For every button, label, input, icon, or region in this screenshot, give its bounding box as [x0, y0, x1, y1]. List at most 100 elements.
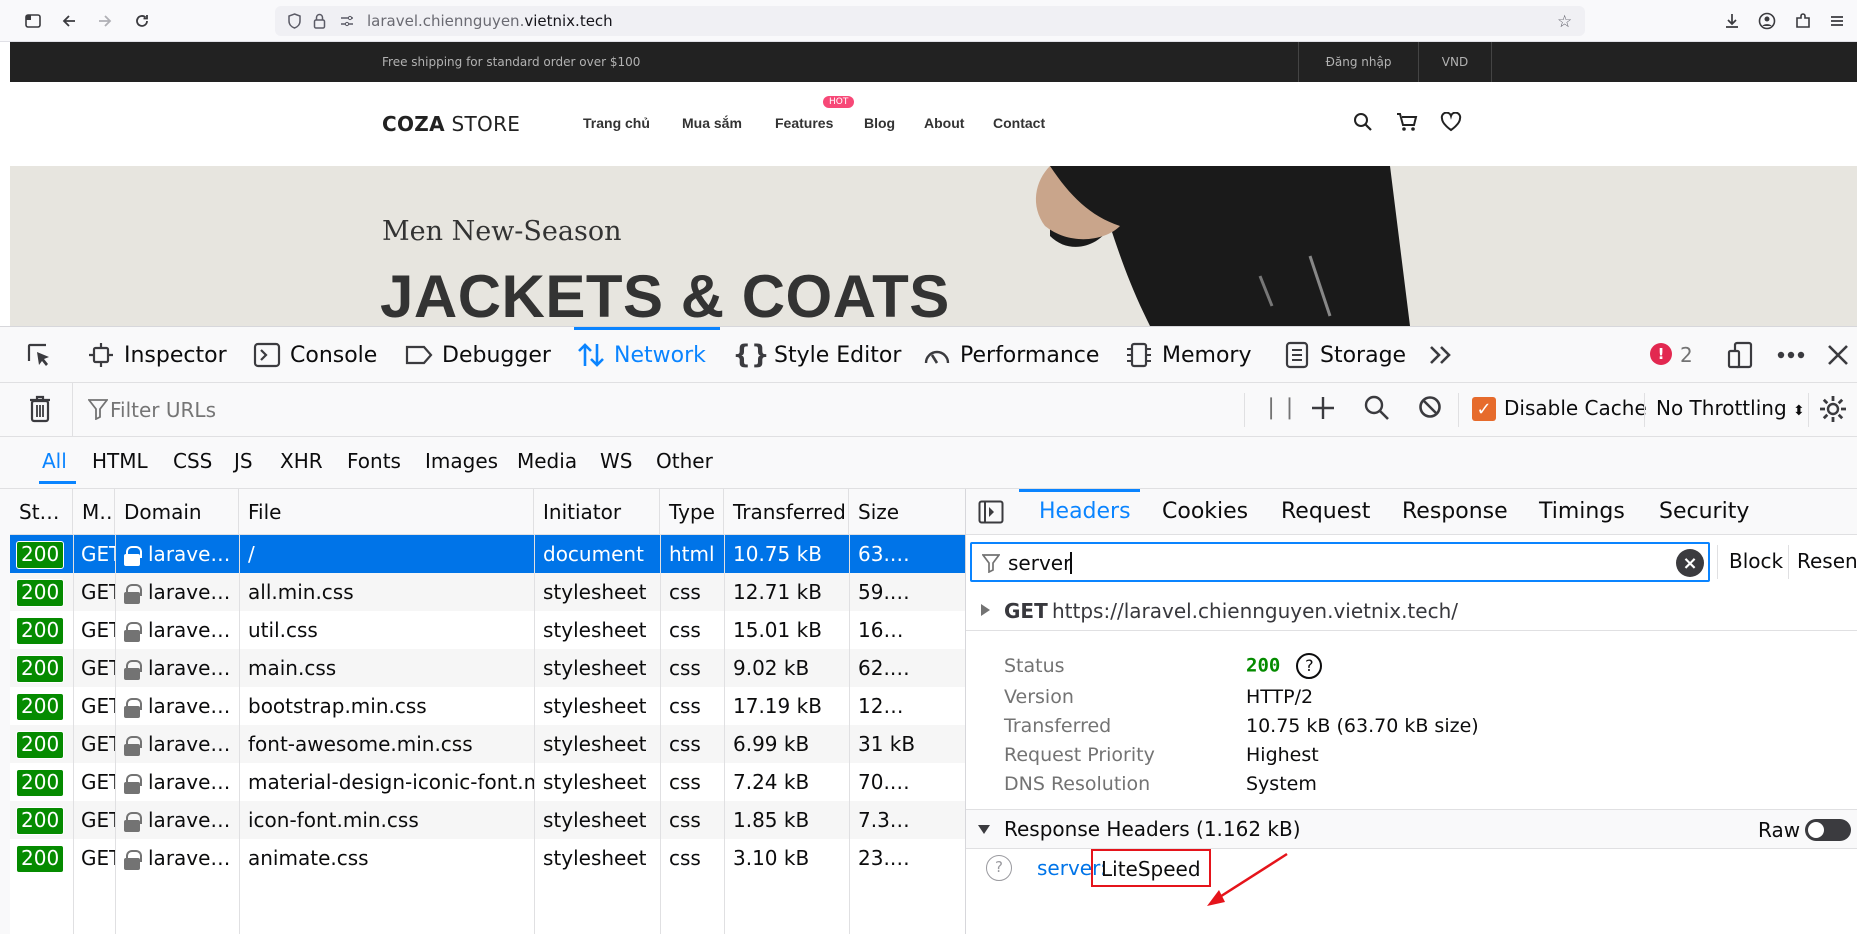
column-method[interactable]: M… — [73, 489, 115, 535]
header-value-highlight[interactable]: LiteSpeed — [1091, 849, 1211, 887]
block-icon[interactable] — [1418, 395, 1442, 425]
filter-all[interactable]: All — [42, 449, 67, 473]
nav-shop[interactable]: Mua sắm — [682, 115, 742, 131]
tab-timings[interactable]: Timings — [1539, 489, 1625, 535]
headers-filter-input[interactable]: server × — [970, 542, 1710, 582]
response-headers-section[interactable]: Response Headers (1.162 kB) Raw — [966, 809, 1857, 849]
page-permissions-icon[interactable] — [339, 13, 355, 33]
sidebar-toggle-icon[interactable] — [22, 10, 44, 32]
reload-icon[interactable] — [131, 10, 153, 32]
cell-size: 70.… — [858, 770, 910, 794]
nav-about[interactable]: About — [924, 115, 964, 131]
address-bar[interactable]: laravel.chiennguyen.vietnix.tech ☆ — [275, 6, 1585, 36]
nav-home[interactable]: Trang chủ — [583, 115, 650, 131]
filter-urls-input[interactable] — [110, 391, 1230, 429]
request-row[interactable]: 200 GET larave… icon-font.min.css stylesheet… — [10, 801, 965, 839]
tab-network[interactable]: Network — [576, 327, 706, 383]
wishlist-heart-icon[interactable] — [1440, 111, 1462, 137]
block-button[interactable]: Block — [1729, 549, 1783, 573]
filter-fonts[interactable]: Fonts — [347, 449, 401, 473]
tab-memory[interactable]: Memory — [1124, 327, 1251, 383]
tab-storage[interactable]: Storage — [1282, 327, 1406, 383]
filter-xhr[interactable]: XHR — [280, 449, 323, 473]
nav-contact[interactable]: Contact — [993, 115, 1045, 131]
column-size[interactable]: Size — [849, 489, 965, 535]
site-logo[interactable]: COZA STORE — [382, 112, 520, 136]
help-icon[interactable]: ? — [1296, 653, 1323, 679]
filter-css[interactable]: CSS — [173, 449, 212, 473]
tab-storage-label: Storage — [1320, 342, 1407, 368]
column-initiator[interactable]: Initiator — [534, 489, 660, 535]
throttling-select[interactable]: No Throttling ⬍ — [1656, 396, 1805, 420]
search-icon[interactable] — [1353, 112, 1373, 137]
tab-cookies[interactable]: Cookies — [1162, 489, 1248, 535]
lock-icon — [124, 659, 142, 680]
responsive-mode-button[interactable] — [1726, 327, 1764, 383]
column-type[interactable]: Type — [660, 489, 724, 535]
element-picker-button[interactable] — [24, 327, 62, 383]
column-status[interactable]: St… — [10, 489, 73, 535]
account-icon[interactable] — [1756, 10, 1778, 32]
filter-images[interactable]: Images — [425, 449, 498, 473]
collapse-triangle-icon[interactable] — [978, 825, 990, 834]
lock-icon[interactable] — [313, 13, 326, 33]
tab-console[interactable]: Console — [252, 327, 377, 383]
request-row[interactable]: 200 GET larave… animate.css stylesheet css 3.1… — [10, 839, 965, 877]
error-icon[interactable]: ! — [1650, 343, 1672, 365]
column-transferred[interactable]: Transferred — [724, 489, 849, 535]
request-row[interactable]: 200 GET larave… all.min.css stylesheet css 12.… — [10, 573, 965, 611]
tab-style-editor[interactable]: {} Style Editor — [732, 327, 901, 383]
request-row[interactable]: 200 GET larave… material-design-iconic-font… — [10, 763, 965, 801]
filter-ws[interactable]: WS — [600, 449, 632, 473]
currency-selector[interactable]: VND — [1418, 42, 1492, 82]
cart-icon[interactable] — [1396, 112, 1418, 137]
disable-cache-checkbox[interactable]: ✓ — [1472, 397, 1496, 421]
expand-triangle-icon[interactable] — [981, 604, 990, 616]
error-count[interactable]: 2 — [1680, 327, 1693, 383]
toggle-sidebar-icon[interactable] — [978, 500, 1004, 529]
menu-icon[interactable] — [1826, 10, 1848, 32]
close-devtools-button[interactable] — [1823, 327, 1857, 383]
nav-blog[interactable]: Blog — [864, 115, 895, 131]
filter-html[interactable]: HTML — [92, 449, 148, 473]
clear-filter-icon[interactable]: × — [1676, 549, 1704, 577]
request-row[interactable]: 200 GET larave… main.css stylesheet css 9.02 k… — [10, 649, 965, 687]
request-row[interactable]: 200 GET larave… bootstrap.min.css stylesheet… — [10, 687, 965, 725]
request-row[interactable]: 200 GET larave… util.css stylesheet css 15.01 … — [10, 611, 965, 649]
request-row[interactable]: 200 GET larave… font-awesome.min.css stylesh… — [10, 725, 965, 763]
bookmark-star-icon[interactable]: ☆ — [1557, 12, 1572, 32]
column-domain[interactable]: Domain — [115, 489, 239, 535]
tab-inspector[interactable]: Inspector — [86, 327, 227, 383]
tab-request[interactable]: Request — [1281, 489, 1370, 535]
filter-other[interactable]: Other — [656, 449, 713, 473]
downloads-icon[interactable] — [1721, 10, 1743, 32]
forward-icon[interactable] — [94, 10, 116, 32]
resend-button[interactable]: Resend — [1797, 549, 1857, 573]
shield-icon[interactable] — [287, 13, 302, 33]
gear-icon[interactable] — [1818, 394, 1848, 430]
nav-features[interactable]: Features — [775, 115, 833, 131]
extensions-icon[interactable] — [1792, 10, 1814, 32]
search-icon[interactable] — [1364, 395, 1390, 427]
url-text[interactable]: laravel.chiennguyen.vietnix.tech — [367, 12, 613, 30]
add-icon[interactable] — [1310, 395, 1336, 427]
pause-icon[interactable]: ❘❘ — [1262, 395, 1299, 420]
devtools-options-button[interactable] — [1776, 327, 1814, 383]
column-file[interactable]: File — [239, 489, 534, 535]
trash-clear-icon[interactable] — [28, 395, 52, 429]
help-icon[interactable]: ? — [986, 855, 1012, 881]
tab-security[interactable]: Security — [1659, 489, 1749, 535]
request-row[interactable]: 200 GET larave… / document html 10.75 kB 63.… — [10, 535, 965, 573]
filter-js[interactable]: JS — [234, 449, 253, 473]
request-url-line[interactable]: GET https://laravel.chiennguyen.vietnix.… — [966, 589, 1857, 631]
inspector-icon — [86, 340, 116, 370]
more-tools-button[interactable] — [1426, 327, 1464, 383]
back-icon[interactable] — [58, 10, 80, 32]
tab-performance[interactable]: Performance — [922, 327, 1099, 383]
raw-toggle[interactable] — [1805, 819, 1851, 841]
tab-headers[interactable]: Headers — [1039, 489, 1131, 535]
filter-media[interactable]: Media — [517, 449, 577, 473]
login-link[interactable]: Đăng nhập — [1298, 42, 1418, 82]
tab-debugger[interactable]: Debugger — [404, 327, 551, 383]
tab-response[interactable]: Response — [1402, 489, 1508, 535]
